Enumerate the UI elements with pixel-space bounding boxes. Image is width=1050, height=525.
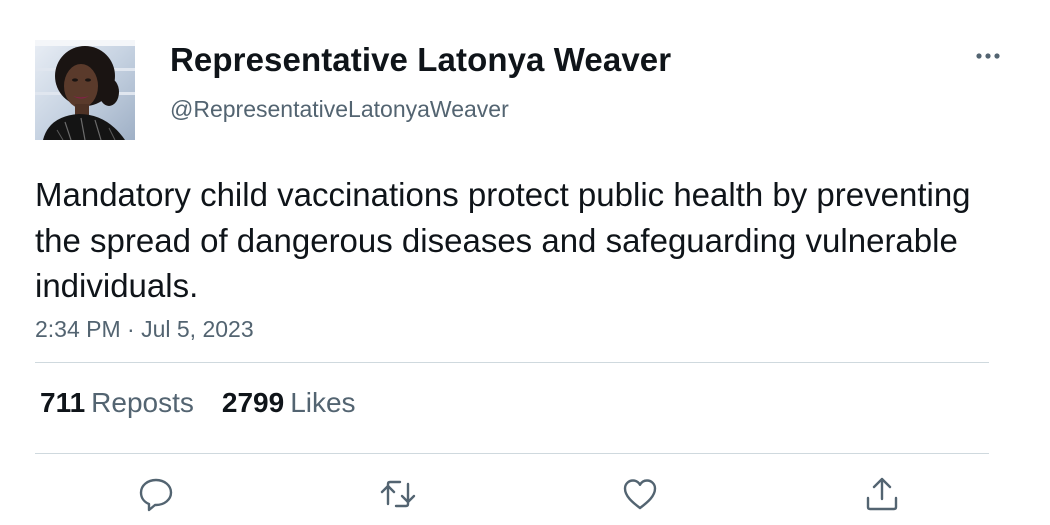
share-button[interactable]	[862, 474, 902, 514]
author-handle[interactable]: @RepresentativeLatonyaWeaver	[170, 96, 509, 123]
share-icon	[866, 477, 898, 511]
tweet-text: Mandatory child vaccinations protect pub…	[35, 176, 971, 304]
tweet-timestamp[interactable]: 2:34 PM · Jul 5, 2023	[35, 316, 254, 343]
likes-count: 2799	[221, 387, 285, 418]
reposts-label: Reposts	[91, 387, 194, 418]
repost-icon	[380, 480, 416, 508]
more-options-button[interactable]	[968, 42, 1008, 70]
reply-button[interactable]	[136, 474, 176, 514]
likes-stat[interactable]: 2799 Likes	[222, 387, 356, 419]
heart-icon	[623, 479, 657, 510]
author-display-name[interactable]: Representative Latonya Weaver	[170, 41, 671, 79]
engagement-stats: 711 Reposts 2799 Likes	[40, 387, 384, 419]
reposts-stat[interactable]: 711 Reposts	[40, 387, 194, 419]
likes-label: Likes	[290, 387, 356, 418]
more-horizontal-icon	[976, 53, 1000, 59]
divider	[35, 362, 989, 363]
reposts-count: 711	[40, 387, 86, 418]
divider	[35, 453, 989, 454]
reply-icon	[139, 478, 173, 512]
profile-photo	[35, 40, 135, 140]
avatar[interactable]	[35, 40, 135, 140]
repost-button[interactable]	[378, 474, 418, 514]
like-button[interactable]	[620, 474, 660, 514]
